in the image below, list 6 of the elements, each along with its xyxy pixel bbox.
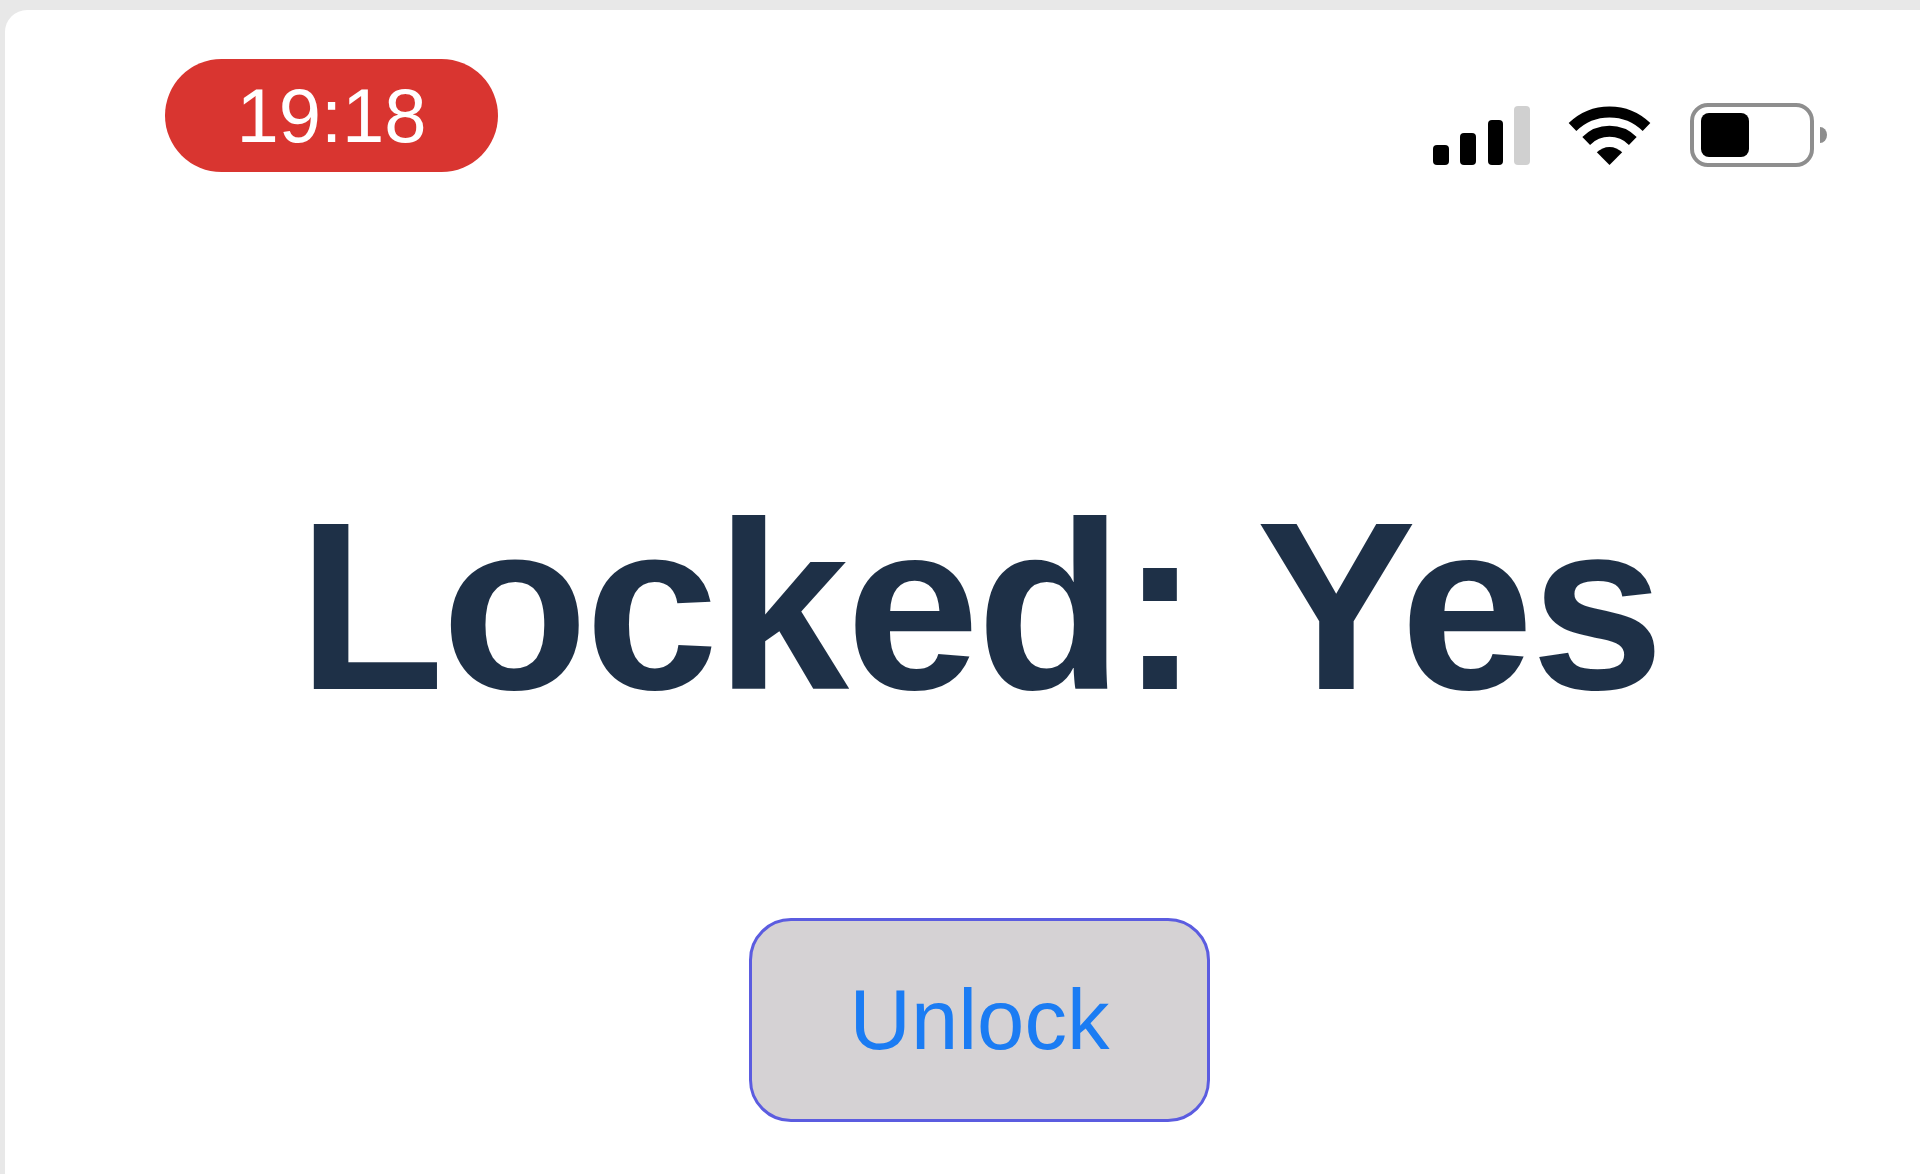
status-time: 19:18 xyxy=(165,59,498,172)
lock-status-heading: Locked: Yes xyxy=(297,486,1662,726)
signal-icon xyxy=(1433,105,1530,165)
unlock-button[interactable]: Unlock xyxy=(749,918,1210,1122)
wifi-icon xyxy=(1568,104,1651,166)
battery-icon xyxy=(1690,103,1827,167)
